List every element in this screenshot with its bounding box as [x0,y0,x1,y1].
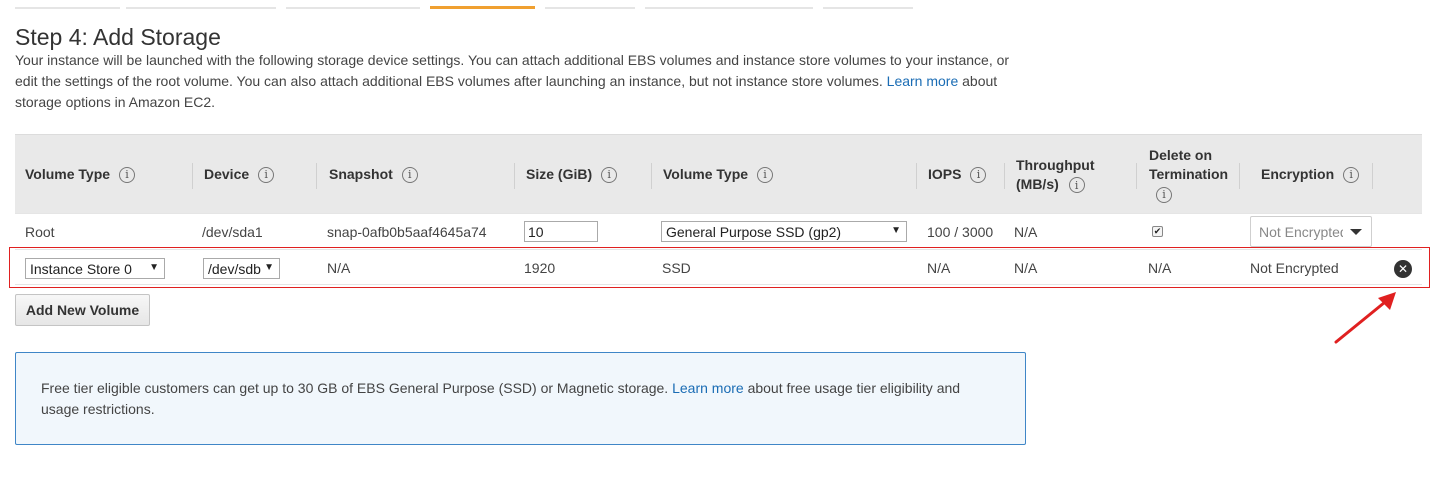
column-divider [316,163,317,189]
info-icon[interactable]: i [119,166,136,183]
encryption-select[interactable]: Not Encrypted [1250,216,1372,247]
header-throughput: Throughput (MB/s) i [1016,156,1095,193]
cell-snapshot: N/A [327,260,351,276]
column-divider [1239,163,1240,189]
annotation-arrow-icon [1334,292,1396,344]
info-icon[interactable]: i [401,166,418,183]
learn-more-link[interactable]: Learn more [887,73,959,89]
page-intro: Your instance will be launched with the … [15,50,1015,113]
volume-type-select[interactable]: Instance Store 0 ▼ [25,258,165,279]
header-delete-on-termination: Delete on Termination i [1149,147,1229,203]
column-divider [916,163,917,189]
cell-snapshot: snap-0afb0b5aaf4645a74 [327,224,487,240]
device-select[interactable]: /dev/sdb ▼ [203,258,280,279]
intro-text: Your instance will be launched with the … [15,52,1010,89]
notice-learn-more-link[interactable]: Learn more [672,380,744,396]
cell-iops: 100 / 3000 [927,224,994,240]
dropdown-arrow-icon: ▼ [891,225,901,236]
table-row-instance-store: Instance Store 0 ▼ /dev/sdb ▼ N/A 1920 S… [15,249,1422,285]
info-icon[interactable]: i [1343,166,1360,183]
cell-throughput: N/A [1014,224,1038,240]
caret-down-icon [1350,229,1362,235]
header-size: Size (GiB) i [526,135,618,214]
info-icon[interactable]: i [1156,186,1172,203]
cell-size: 1920 [524,260,556,276]
cell-delete-on-termination: N/A [1148,260,1172,276]
wizard-tab-1[interactable] [15,7,120,9]
delete-on-termination-checkbox[interactable]: ✔ [1152,226,1163,237]
free-tier-notice: Free tier eligible customers can get up … [15,352,1026,445]
remove-volume-icon[interactable]: ✕ [1394,260,1412,278]
add-new-volume-button[interactable]: Add New Volume [15,294,150,326]
table-row-root: Root /dev/sda1 snap-0afb0b5aaf4645a74 10… [15,213,1422,249]
column-divider [514,163,515,189]
column-divider [1136,163,1137,189]
notice-text: Free tier eligible customers can get up … [41,380,961,417]
column-divider [192,163,193,189]
header-device: Device i [204,135,275,214]
info-icon[interactable]: i [601,166,618,183]
cell-throughput: N/A [1014,260,1038,276]
storage-table: Volume Type i Device i Snapshot i Size (… [15,134,1422,285]
wizard-tab-4-active[interactable] [430,6,535,9]
column-divider [1004,163,1005,189]
header-encryption: Encryption i [1261,135,1360,214]
header-volume-type: Volume Type i [25,135,136,214]
wizard-tab-3[interactable] [286,7,420,9]
header-snapshot: Snapshot i [329,135,418,214]
volume-type-select[interactable]: General Purpose SSD (gp2) ▼ [661,221,907,242]
info-icon[interactable]: i [757,166,774,183]
cell-volume-type-2: SSD [662,260,691,276]
wizard-tab-7[interactable] [823,7,913,9]
header-iops: IOPS i [928,135,987,214]
cell-iops: N/A [927,260,951,276]
cell-encryption: Not Encrypted [1250,260,1339,276]
size-input[interactable]: 10 [524,221,598,242]
dropdown-arrow-icon: ▼ [264,262,274,273]
wizard-tab-2[interactable] [126,7,276,9]
cell-device: /dev/sda1 [202,224,263,240]
wizard-tabs [0,0,1436,10]
dropdown-arrow-icon: ▼ [149,262,159,273]
info-icon[interactable]: i [258,166,275,183]
info-icon[interactable]: i [1068,177,1085,193]
info-icon[interactable]: i [970,166,987,183]
cell-volume-type: Root [25,224,55,240]
header-volume-type-2: Volume Type i [663,135,774,214]
column-divider [1372,163,1373,189]
table-header: Volume Type i Device i Snapshot i Size (… [15,134,1422,213]
page-title: Step 4: Add Storage [15,24,221,50]
column-divider [651,163,652,189]
wizard-tab-6[interactable] [645,7,813,9]
wizard-tab-5[interactable] [545,7,635,9]
